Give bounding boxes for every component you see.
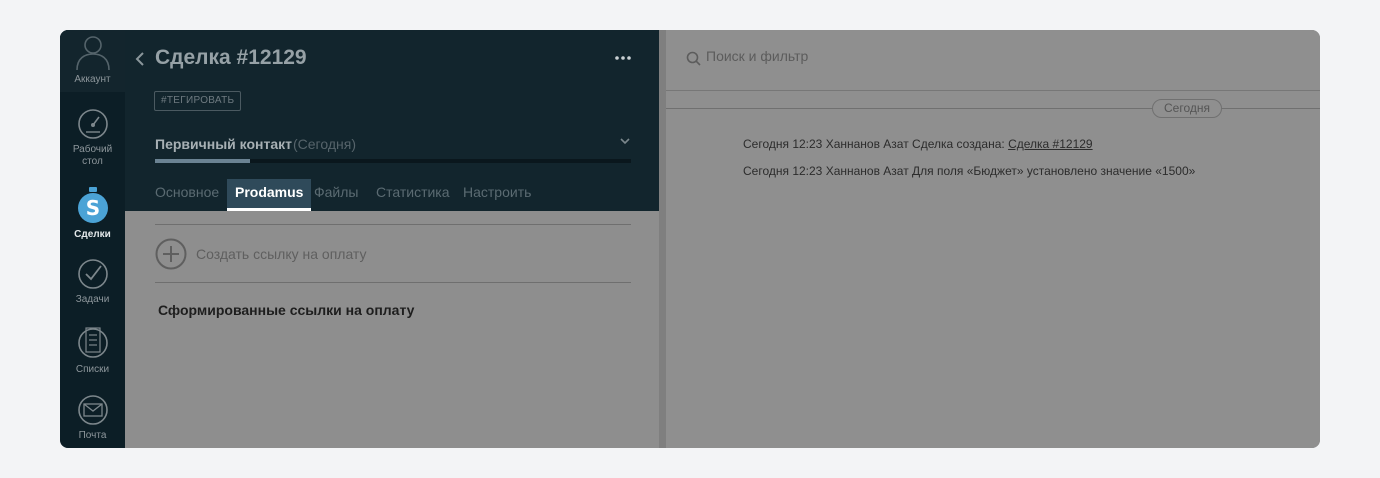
sidebar-item-label: Почта — [78, 430, 107, 441]
sidebar-item-label: Списки — [75, 364, 110, 375]
pipeline-stage-date: (Сегодня) — [293, 136, 356, 152]
dashboard-gauge-icon — [77, 109, 108, 139]
deal-title[interactable]: Сделка #12129 — [155, 46, 307, 70]
search-bar — [666, 30, 1320, 91]
divider — [155, 282, 631, 283]
search-input[interactable] — [706, 48, 1106, 64]
sidebar-item-mail[interactable]: Почта — [60, 394, 125, 442]
svg-text:S: S — [85, 196, 99, 220]
list-icon — [77, 327, 108, 358]
activity-feed: Сегодня Сегодня 12:23 Ханнанов Азат Сдел… — [666, 30, 1320, 448]
search-icon — [686, 51, 701, 66]
deal-card: Сделка #12129 #ТЕГИРОВАТЬ Первичный конт… — [125, 30, 659, 448]
tab-files[interactable]: Файлы — [314, 179, 358, 211]
divider — [155, 224, 631, 225]
payment-links-section-title: Сформированные ссылки на оплату — [158, 302, 415, 318]
feed-event-text: Сегодня 12:23 Ханнанов Азат Для поля «Бю… — [743, 164, 1196, 178]
feed-event: Сегодня 12:23 Ханнанов Азат Для поля «Бю… — [743, 164, 1195, 178]
dollar-icon: S — [77, 187, 108, 223]
sidebar-item-label: Задачи — [75, 294, 110, 305]
feed-event-text: Сегодня 12:23 Ханнанов Азат Сделка созда… — [743, 137, 1009, 151]
user-icon — [75, 36, 110, 70]
pipeline-stage-name[interactable]: Первичный контакт — [155, 136, 292, 152]
sidebar-item-label: Рабочий — [72, 144, 113, 155]
panel-divider[interactable] — [659, 30, 666, 448]
date-divider-label: Сегодня — [1152, 99, 1222, 118]
checkmark-icon — [77, 259, 108, 289]
sidebar-item-lists[interactable]: Списки — [60, 324, 125, 376]
sidebar-item-label: Сделки — [74, 229, 111, 240]
mail-icon — [77, 395, 108, 425]
sidebar-item-tasks[interactable]: Задачи — [60, 258, 125, 306]
left-sidebar: Аккаунт Рабочий стол S Сделки Задачи Спи… — [60, 30, 125, 448]
chevron-left-icon[interactable] — [135, 51, 145, 67]
tab-settings[interactable]: Настроить — [463, 179, 531, 211]
tab-statistics[interactable]: Статистика — [376, 179, 450, 211]
sidebar-item-leads[interactable]: S Сделки — [60, 187, 125, 241]
pipeline-progress-bar — [155, 159, 631, 163]
tab-main[interactable]: Основное — [155, 179, 219, 211]
chevron-down-icon[interactable] — [619, 136, 631, 146]
tag-button[interactable]: #ТЕГИРОВАТЬ — [154, 91, 242, 111]
pipeline-progress-fill — [155, 159, 251, 163]
sidebar-item-dashboard[interactable]: Рабочий стол — [60, 108, 125, 168]
more-options-icon[interactable] — [615, 56, 631, 60]
sidebar-item-account[interactable]: Аккаунт — [60, 30, 125, 92]
sidebar-item-label: Аккаунт — [74, 74, 111, 85]
create-payment-link-label: Создать ссылку на оплату — [196, 246, 367, 262]
tab-prodamus[interactable]: Prodamus — [227, 179, 312, 211]
feed-event: Сегодня 12:23 Ханнанов Азат Сделка созда… — [743, 137, 1093, 151]
deal-card-header: Сделка #12129 #ТЕГИРОВАТЬ Первичный конт… — [125, 30, 659, 211]
app-window: Аккаунт Рабочий стол S Сделки Задачи Спи… — [60, 30, 1320, 448]
sidebar-item-label: стол — [82, 156, 103, 167]
plus-circle-icon — [155, 238, 187, 270]
deal-link[interactable]: Сделка #12129 — [1008, 137, 1093, 151]
